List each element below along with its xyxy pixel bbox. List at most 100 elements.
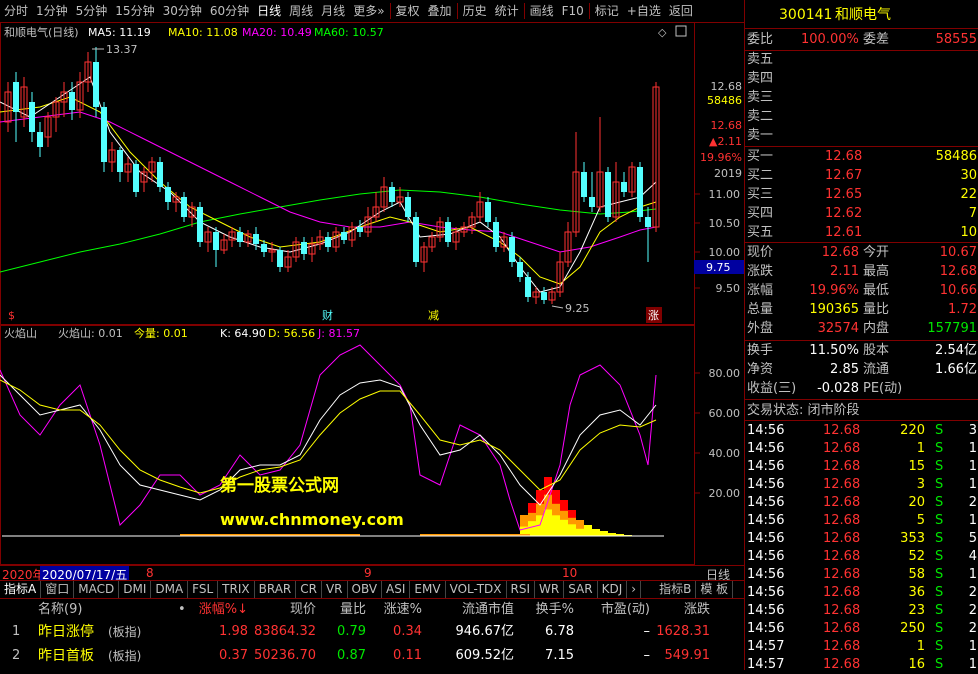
tab-6[interactable]: TRIX <box>218 581 255 598</box>
maximize-icon[interactable] <box>675 25 687 37</box>
col-header-1[interactable]: • <box>178 599 186 621</box>
chart-title: 和顺电气(日线) <box>4 25 79 39</box>
indicator-chart[interactable]: 火焰山 火焰山: 0.01 今量: 0.01 K: 64.90 D: 56.56… <box>0 325 744 565</box>
tick-row: 14:57 12.68 1 S 1 <box>745 638 978 656</box>
toolbar-btn-9[interactable]: 更多» <box>349 0 388 22</box>
row-tag: (板指) <box>108 649 142 663</box>
stock-name: 和顺电气 <box>835 7 891 23</box>
col-header-7[interactable]: 换手% <box>536 599 574 621</box>
candlestick-chart[interactable]: 和顺电气(日线) MA5: 11.19 MA10: 11.08 MA20: 10… <box>0 22 744 325</box>
candle-body <box>413 217 419 262</box>
tab-19[interactable]: 指标B <box>655 581 697 598</box>
col-header-6[interactable]: 流通市值 <box>462 599 514 621</box>
tab-4[interactable]: DMA <box>151 581 189 598</box>
tab-8[interactable]: CR <box>296 581 322 598</box>
tab-9[interactable]: VR <box>322 581 348 598</box>
candle-body <box>357 227 363 232</box>
stat-value2: 10.67 <box>939 245 977 260</box>
tab-2[interactable]: MACD <box>74 581 120 598</box>
table-row[interactable]: 1 昨日涨停 (板指) 1.98 83864.32 0.79 0.34 946.67亿 6.78… <box>0 621 744 643</box>
tab-5[interactable]: FSL <box>188 581 219 598</box>
tick-time: 14:57 <box>747 639 785 654</box>
col-header-5[interactable]: 涨速% <box>384 599 422 621</box>
fund-label: 收益(三) <box>747 381 797 396</box>
date-axis: 2020年 2020/07/17/五 8 9 10 日线 <box>0 565 744 583</box>
tab-0[interactable]: 指标A <box>0 581 42 598</box>
tab-10[interactable]: OBV <box>348 581 383 598</box>
toolbar-btn-7[interactable]: 周线 <box>285 0 317 22</box>
row-name: 昨日首板 <box>38 648 94 664</box>
tab-3[interactable]: DMI <box>119 581 152 598</box>
candle-body <box>645 217 651 227</box>
toolbar-btn-10[interactable]: 复权 <box>392 0 424 22</box>
tab-17[interactable]: KDJ <box>598 581 628 598</box>
toolbar-btn-6[interactable]: 日线 <box>253 0 285 22</box>
col-header-4[interactable]: 量比 <box>340 599 366 621</box>
toolbar-btn-1[interactable]: 1分钟 <box>32 0 72 22</box>
tick-row: 14:56 12.68 220 S 3 <box>745 422 978 440</box>
candle-body <box>445 222 451 242</box>
candle-body <box>101 107 107 162</box>
candle-body <box>197 207 203 242</box>
tab-11[interactable]: ASI <box>382 581 411 598</box>
indicator-tick-0: 80.00 <box>709 367 741 380</box>
col-header-3[interactable]: 现价 <box>290 599 316 621</box>
stock-header: 300141 和顺电气 <box>745 6 978 25</box>
bid-label: 买四 <box>747 206 774 221</box>
j-value: J: 81.57 <box>317 327 360 340</box>
tick-price: 12.68 <box>823 639 861 654</box>
toolbar-btn-12[interactable]: 历史 <box>459 0 491 22</box>
marker-dollar[interactable]: $ <box>8 309 15 322</box>
toolbar-btn-13[interactable]: 统计 <box>491 0 523 22</box>
col-header-2[interactable]: 涨幅%↓ <box>199 599 248 621</box>
tab-15[interactable]: WR <box>535 581 565 598</box>
fund-label2: 股本 <box>863 343 890 358</box>
bid-level-1: 买一 12.68 58486 <box>745 147 978 166</box>
stat-label: 涨跌 <box>747 264 774 279</box>
watermark-url: www.chnmoney.com <box>220 510 404 529</box>
tab-20[interactable]: 模 板 <box>696 581 734 598</box>
col-header-8[interactable]: 市盈(动) <box>601 599 650 621</box>
toolbar-btn-2[interactable]: 5分钟 <box>72 0 112 22</box>
table-row[interactable]: 2 昨日首板 (板指) 0.37 50236.70 0.87 0.11 609.52亿 7.15… <box>0 645 744 667</box>
indicator-title: 火焰山 <box>4 326 37 340</box>
tab-7[interactable]: BRAR <box>255 581 297 598</box>
mc-ma20 <box>0 111 657 253</box>
indicator-tabs: 指标A 窗口 MACD DMI DMA FSL TRIX BRAR CR VR OBV ASI EMV V… <box>0 580 744 598</box>
toolbar-btn-5[interactable]: 60分钟 <box>206 0 253 22</box>
toolbar-btn-0[interactable]: 分时 <box>0 0 32 22</box>
toolbar-btn-11[interactable]: 叠加 <box>424 0 456 22</box>
toolbar-btn-3[interactable]: 15分钟 <box>111 0 158 22</box>
bid-label: 买二 <box>747 168 774 183</box>
toolbar-btn-8[interactable]: 月线 <box>317 0 349 22</box>
toolbar-btn-15[interactable]: F10 <box>558 0 588 22</box>
col-header-0[interactable]: 名称(9) <box>38 599 82 621</box>
tick-row: 14:56 12.68 250 S 2 <box>745 620 978 638</box>
row-change: 549.91 <box>664 648 711 663</box>
tab-18[interactable]: › <box>627 581 642 598</box>
marker-limit-up[interactable]: 涨 <box>648 309 659 322</box>
quote-panel: 300141 和顺电气 委比 100.00% 委差 58555 卖五 卖四 卖三 卖二… <box>744 0 978 672</box>
toolbar-btn-16[interactable]: 标记 <box>591 0 623 22</box>
tab-1[interactable]: 窗口 <box>41 581 75 598</box>
toolbar-btn-14[interactable]: 画线 <box>526 0 558 22</box>
indicator-tick-3: 20.00 <box>709 487 741 500</box>
tab-13[interactable]: VOL-TDX <box>446 581 507 598</box>
stat-row: 外盘 32574 内盘 157791 <box>745 319 978 338</box>
marker-reduce[interactable]: 减 <box>428 309 439 322</box>
flame-bar-top <box>568 510 576 518</box>
stat-value2: 1.72 <box>948 302 977 317</box>
tab-12[interactable]: EMV <box>410 581 446 598</box>
tab-14[interactable]: RSI <box>507 581 536 598</box>
tab-16[interactable]: SAR <box>564 581 598 598</box>
marker-finance[interactable]: 财 <box>322 308 333 322</box>
flame-bar <box>584 525 592 536</box>
col-header-9[interactable]: 涨跌 <box>684 599 710 621</box>
tick-volume: 15 <box>908 459 925 474</box>
bid-label: 买一 <box>747 149 774 164</box>
candle-body <box>389 187 395 202</box>
diamond-icon[interactable]: ◇ <box>658 26 667 39</box>
toolbar-btn-4[interactable]: 30分钟 <box>159 0 206 22</box>
toolbar-btn-17[interactable]: +自选 <box>623 0 665 22</box>
toolbar-btn-18[interactable]: 返回 <box>665 0 697 22</box>
